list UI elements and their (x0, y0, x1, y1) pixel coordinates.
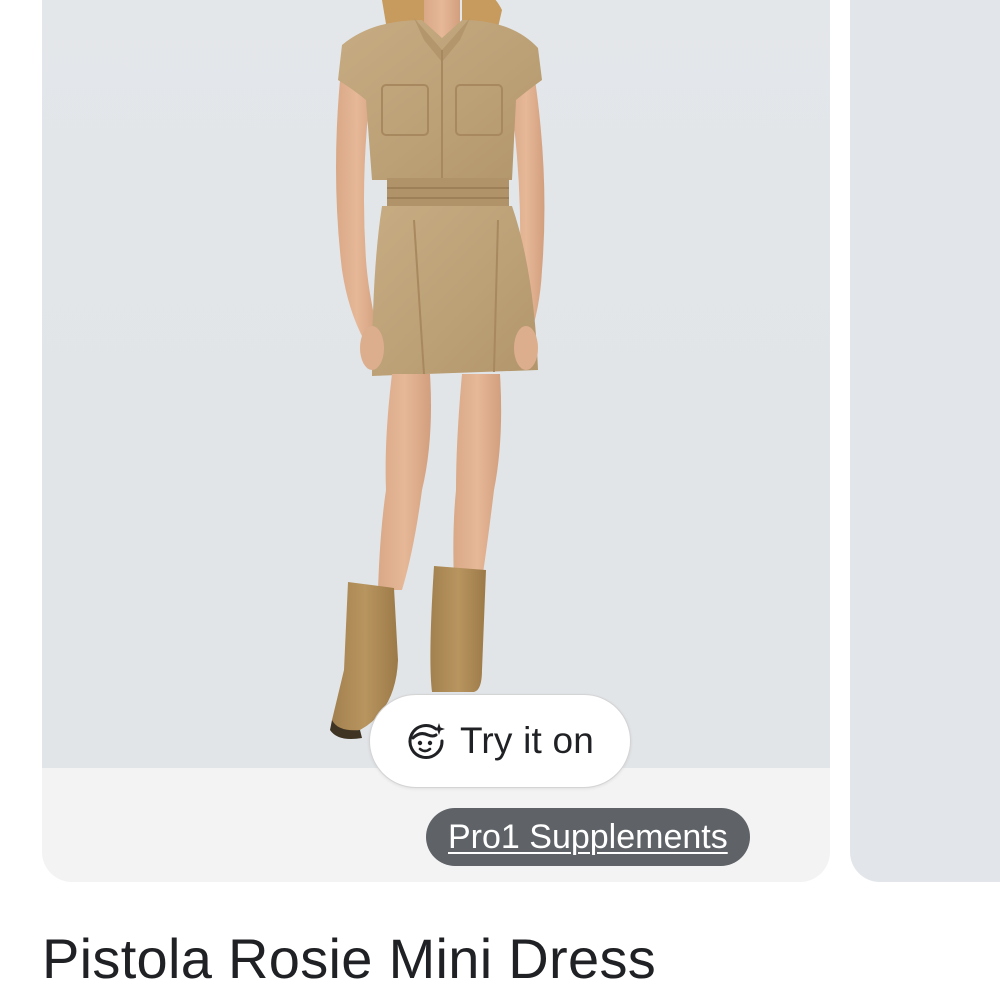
product-image[interactable] (42, 0, 830, 768)
dress-model-illustration (330, 0, 545, 739)
shopping-result-page: Try it on Pro1 Supplements Pistola Rosie… (0, 0, 1000, 1000)
face-sparkle-icon (408, 723, 445, 759)
product-card[interactable]: Try it on Pro1 Supplements (42, 0, 830, 882)
try-it-on-button[interactable]: Try it on (369, 694, 631, 788)
merchant-name[interactable]: Pro1 Supplements (448, 818, 728, 857)
try-it-on-label: Try it on (459, 720, 595, 761)
merchant-badge[interactable]: Pro1 Supplements (426, 808, 750, 866)
product-title[interactable]: Pistola Rosie Mini Dress (42, 926, 656, 991)
next-product-card[interactable] (850, 0, 1000, 882)
